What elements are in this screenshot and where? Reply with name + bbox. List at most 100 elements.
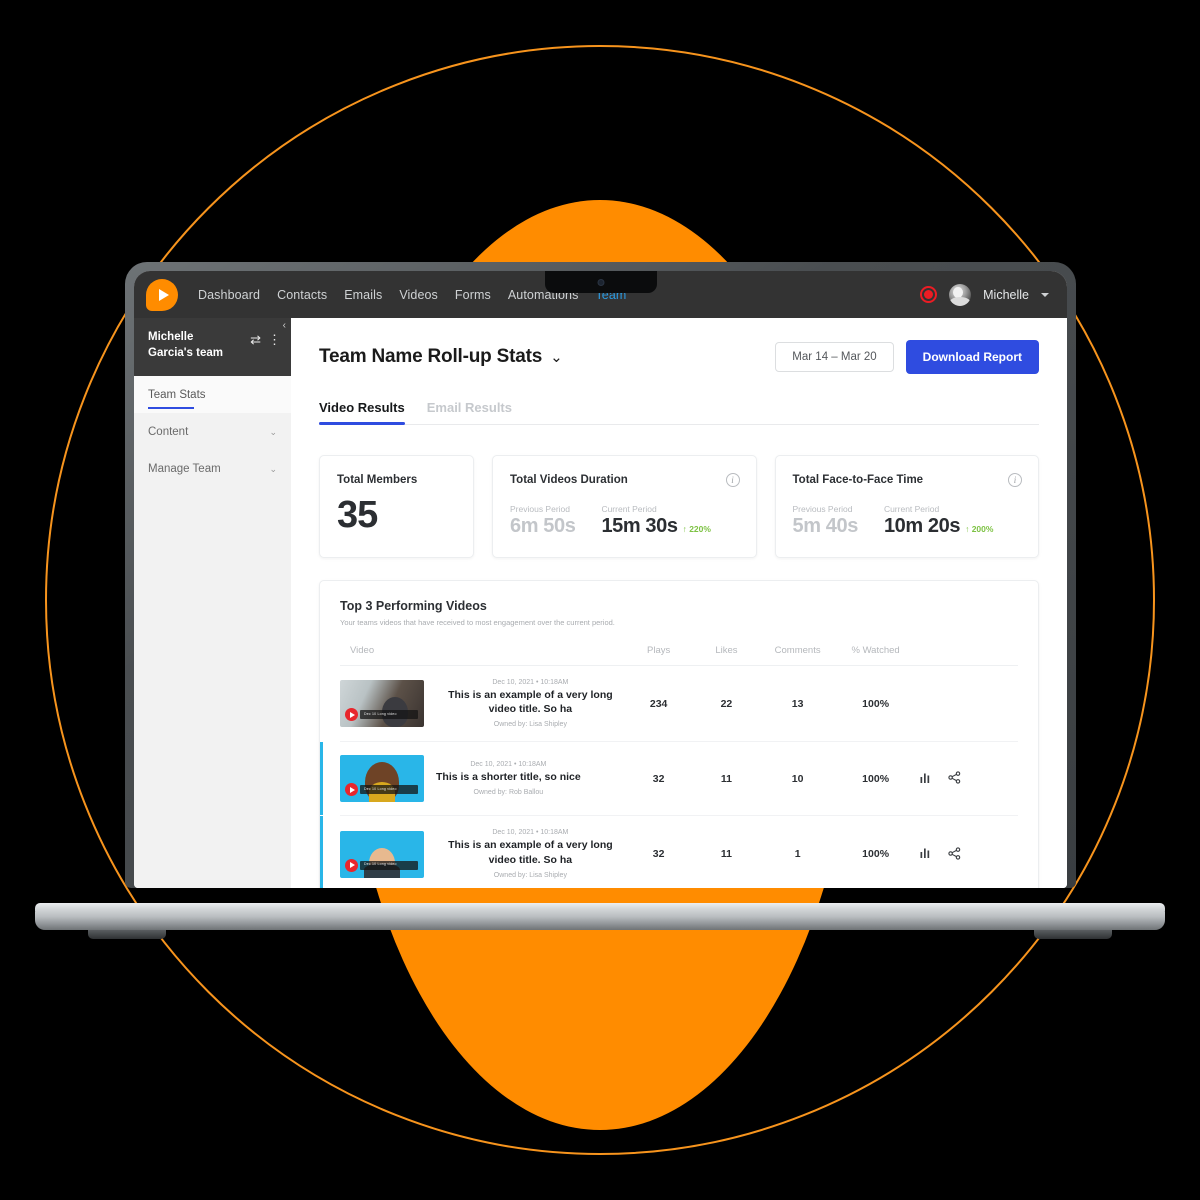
video-date: Dec 10, 2021 • 10:18AM xyxy=(492,679,569,686)
chevron-down-icon[interactable]: ⌄ xyxy=(550,348,563,366)
column-header-comments: Comments xyxy=(760,639,835,666)
date-range-picker[interactable]: Mar 14 – Mar 20 xyxy=(775,342,894,372)
video-owner: Owned by: Rob Ballou xyxy=(473,789,544,797)
sidebar-team-header: ‹ Michelle Garcia's team ⇄ ⋮ xyxy=(134,318,291,376)
display-notch xyxy=(544,271,657,293)
card-title: Total Face-to-Face Time xyxy=(792,474,924,486)
column-header-watched: % Watched xyxy=(834,639,917,666)
laptop-display: Dashboard Contacts Emails Videos Forms A… xyxy=(134,271,1067,888)
chevron-down-icon[interactable] xyxy=(1041,292,1049,297)
nav-link-dashboard[interactable]: Dashboard xyxy=(198,288,260,302)
likes-value: 22 xyxy=(692,665,761,743)
app-logo[interactable] xyxy=(146,278,178,311)
username-label: Michelle xyxy=(983,287,1029,302)
watched-value[interactable]: 100% xyxy=(835,816,916,888)
results-tabs: Video Results Email Results xyxy=(319,400,1039,425)
info-icon[interactable]: i xyxy=(725,473,740,487)
table-row[interactable]: Dec 10 Long video Dec 10, 2021 • 10:18AM… xyxy=(320,816,1018,888)
laptop-foot-right xyxy=(1034,930,1112,939)
comments-value: 1 xyxy=(794,848,801,861)
page-header: Team Name Roll-up Stats ⌄ Mar 14 – Mar 2… xyxy=(319,318,1039,374)
card-total-face-to-face-time: Total Face-to-Face Time i Previous Perio… xyxy=(774,455,1039,558)
video-summary: Dec 10 Long video Dec 10, 2021 • 10:18AM… xyxy=(340,679,625,728)
thumbnail-caption: Dec 10 Long video xyxy=(364,711,397,716)
nav-link-contacts[interactable]: Contacts xyxy=(277,288,327,302)
current-period-row: 15m 30s ↑ 220% xyxy=(601,515,711,538)
thumbnail-caption: Dec 10 Long video xyxy=(364,786,397,791)
sidebar-item-label: Manage Team xyxy=(148,463,221,475)
likes-value: 11 xyxy=(692,741,761,817)
column-header-likes: Likes xyxy=(692,639,761,666)
chevron-down-icon: ⌄ xyxy=(269,426,277,437)
page-title: Team Name Roll-up Stats xyxy=(319,346,543,367)
watched-value[interactable]: 100% xyxy=(834,741,917,817)
top-videos-panel: Top 3 Performing Videos Your teams video… xyxy=(319,580,1039,888)
watched-value[interactable]: 100% xyxy=(834,665,917,743)
sidebar-item-manage-team[interactable]: Manage Team ⌄ xyxy=(134,450,291,487)
video-thumbnail[interactable]: Dec 10 Long video xyxy=(340,830,424,878)
play-icon xyxy=(345,708,358,722)
thumbnail-caption-bar: Dec 10 Long video xyxy=(360,710,418,720)
current-period-label: Current Period xyxy=(883,504,940,514)
nav-link-videos[interactable]: Videos xyxy=(399,288,438,302)
play-icon xyxy=(345,783,358,797)
video-meta: Dec 10, 2021 • 10:18AM This is a shorter… xyxy=(436,761,581,796)
sidebar-item-team-stats[interactable]: Team Stats xyxy=(134,376,291,413)
collapse-sidebar-icon[interactable]: ‹ xyxy=(283,320,286,331)
video-thumbnail[interactable]: Dec 10 Long video xyxy=(340,755,424,803)
download-report-button[interactable]: Download Report xyxy=(905,340,1039,374)
thumbnail-caption: Dec 10 Long video xyxy=(364,862,397,867)
laptop-foot-left xyxy=(88,930,166,939)
row-accent-bar xyxy=(320,742,323,816)
chevron-down-icon: ⌄ xyxy=(269,463,277,474)
card-total-videos-duration: Total Videos Duration i Previous Period … xyxy=(492,455,757,558)
column-header-video: Video xyxy=(340,639,625,666)
share-icon[interactable] xyxy=(948,771,961,786)
tab-email-results[interactable]: Email Results xyxy=(427,400,512,424)
video-cell: Dec 10 Long video Dec 10, 2021 • 10:18AM… xyxy=(320,741,625,817)
bar-chart-icon[interactable] xyxy=(920,847,932,861)
delta-badge: ↑ 220% xyxy=(682,524,711,534)
current-period-block: Current Period 10m 20s ↑ 200% xyxy=(884,504,994,538)
row-actions xyxy=(916,816,1018,888)
sidebar-item-label: Content xyxy=(148,426,189,438)
play-icon xyxy=(345,858,358,872)
current-period-value: 10m 20s xyxy=(883,515,961,537)
webcam-icon xyxy=(597,279,604,286)
sidebar-header-icons: ⇄ ⋮ xyxy=(250,330,281,346)
previous-period-block: Previous Period 5m 40s xyxy=(793,504,859,538)
table-row[interactable]: Dec 10 Long video Dec 10, 2021 • 10:18AM… xyxy=(320,741,1018,817)
swap-teams-icon[interactable]: ⇄ xyxy=(250,333,261,346)
nav-link-forms[interactable]: Forms xyxy=(455,288,491,302)
nav-link-emails[interactable]: Emails xyxy=(344,288,382,302)
tab-video-results[interactable]: Video Results xyxy=(319,400,405,425)
video-cell: Dec 10 Long video Dec 10, 2021 • 10:18AM… xyxy=(340,665,625,743)
bar-chart-icon[interactable] xyxy=(920,772,932,786)
app-screen: Dashboard Contacts Emails Videos Forms A… xyxy=(134,271,1067,888)
likes-value: 11 xyxy=(720,848,732,861)
share-icon[interactable] xyxy=(948,846,961,862)
video-cell: Dec 10 Long video Dec 10, 2021 • 10:18AM… xyxy=(320,816,625,888)
sidebar-item-content[interactable]: Content ⌄ xyxy=(134,413,291,450)
video-title[interactable]: This is a shorter title, so nice xyxy=(436,770,581,784)
table-row[interactable]: Dec 10 Long video Dec 10, 2021 • 10:18AM… xyxy=(340,665,1018,743)
column-header-plays: Plays xyxy=(624,639,693,666)
plays-value: 234 xyxy=(624,665,693,743)
video-thumbnail[interactable]: Dec 10 Long video xyxy=(340,680,424,728)
video-meta: Dec 10, 2021 • 10:18AM This is an exampl… xyxy=(436,829,625,878)
user-avatar[interactable] xyxy=(949,283,972,306)
period-comparison: Previous Period 6m 50s Current Period 15… xyxy=(510,504,739,538)
app-body: ‹ Michelle Garcia's team ⇄ ⋮ Team Stats xyxy=(134,318,1067,888)
card-title: Total Members xyxy=(337,474,418,486)
record-icon[interactable] xyxy=(920,286,938,303)
row-accent-bar xyxy=(320,816,323,888)
video-title[interactable]: This is an example of a very long video … xyxy=(436,838,625,866)
previous-period-value: 6m 50s xyxy=(510,515,576,537)
more-vertical-icon[interactable]: ⋮ xyxy=(268,333,281,346)
info-icon[interactable]: i xyxy=(1008,473,1022,487)
video-title[interactable]: This is an example of a very long video … xyxy=(436,688,625,716)
comments-value: 13 xyxy=(760,665,835,743)
laptop-base xyxy=(35,908,1165,930)
page-header-actions: Mar 14 – Mar 20 Download Report xyxy=(775,340,1039,374)
laptop-lid: Dashboard Contacts Emails Videos Forms A… xyxy=(125,262,1076,888)
